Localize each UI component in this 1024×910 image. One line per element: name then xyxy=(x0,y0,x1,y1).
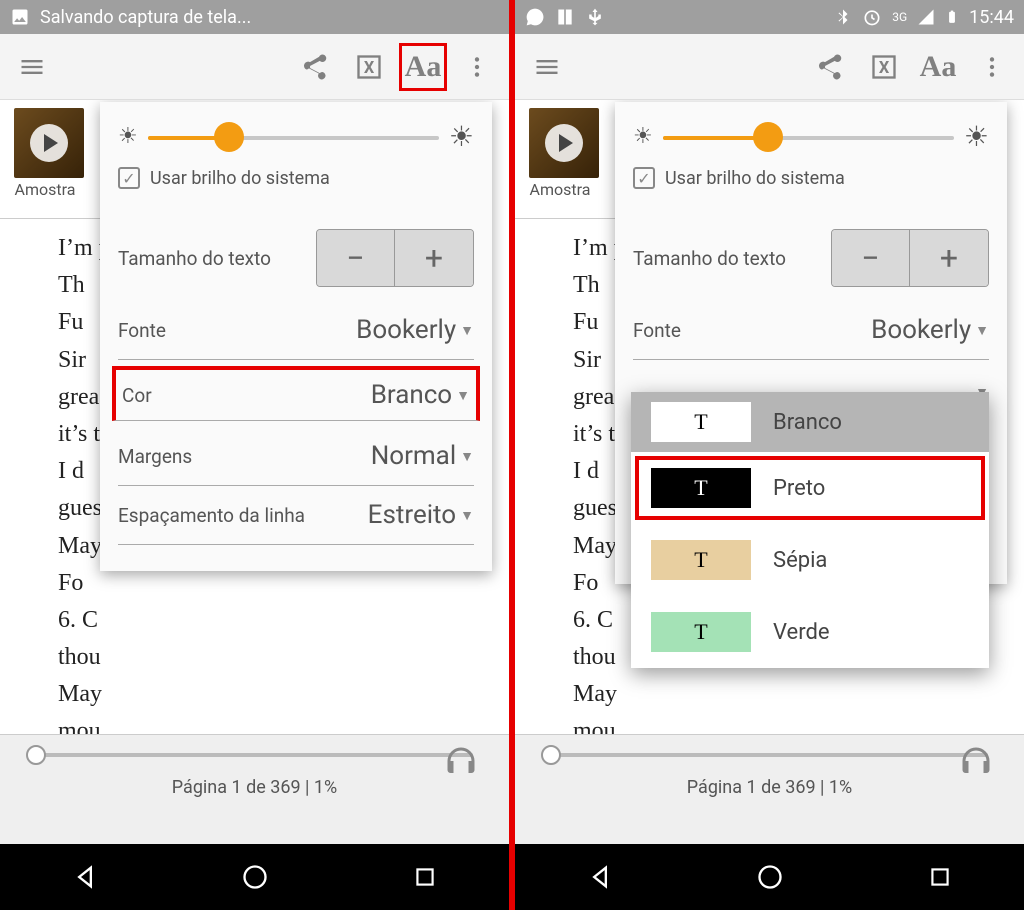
color-option-sepia[interactable]: T Sépia xyxy=(631,524,989,596)
margins-label: Margens xyxy=(118,445,192,468)
margins-value[interactable]: Normal xyxy=(371,441,456,471)
xray-icon[interactable]: X xyxy=(345,43,393,91)
display-settings-button[interactable]: Aa xyxy=(399,43,447,91)
font-label: Fonte xyxy=(633,319,681,342)
font-value[interactable]: Bookerly xyxy=(356,315,456,345)
text-size-decrease-button[interactable]: − xyxy=(317,230,395,286)
nav-recent-icon[interactable] xyxy=(927,864,953,890)
menu-icon[interactable] xyxy=(8,43,56,91)
brightness-high-icon: ☀ xyxy=(964,120,989,153)
svg-text:X: X xyxy=(879,57,890,76)
spacing-label: Espaçamento da linha xyxy=(118,504,305,527)
system-brightness-label: Usar brilho do sistema xyxy=(150,168,330,189)
font-value[interactable]: Bookerly xyxy=(871,315,971,345)
headphones-icon[interactable] xyxy=(443,743,479,783)
status-bar: 3G 15:44 xyxy=(515,0,1024,34)
status-bar: Salvando captura de tela... xyxy=(0,0,509,34)
book-cover[interactable] xyxy=(529,108,599,178)
svg-text:X: X xyxy=(364,57,375,76)
color-value[interactable]: Branco xyxy=(371,380,452,410)
system-brightness-checkbox[interactable]: ✓ xyxy=(633,167,655,189)
status-title: Salvando captura de tela... xyxy=(40,7,251,28)
battery-icon xyxy=(945,7,959,27)
brightness-low-icon: ☀ xyxy=(633,124,653,149)
color-option-verde[interactable]: T Verde xyxy=(631,596,989,668)
book-icon xyxy=(555,7,575,27)
android-nav-bar xyxy=(0,844,509,910)
nav-home-icon[interactable] xyxy=(241,863,269,891)
color-option-preto[interactable]: T Preto xyxy=(631,452,989,524)
overflow-icon[interactable] xyxy=(453,43,501,91)
brightness-high-icon: ☀ xyxy=(449,120,474,153)
app-toolbar: X Aa xyxy=(515,34,1024,100)
alarm-icon xyxy=(862,7,882,27)
reading-progress-slider[interactable] xyxy=(36,753,474,757)
play-icon xyxy=(30,124,68,162)
bluetooth-icon xyxy=(834,8,852,26)
system-brightness-checkbox[interactable]: ✓ xyxy=(118,167,140,189)
brightness-low-icon: ☀ xyxy=(118,124,138,149)
brightness-slider[interactable] xyxy=(663,122,954,152)
system-brightness-label: Usar brilho do sistema xyxy=(665,168,845,189)
app-toolbar: X Aa xyxy=(0,34,509,100)
nav-back-icon[interactable] xyxy=(71,863,99,891)
menu-icon[interactable] xyxy=(523,43,571,91)
display-settings-panel: ☀ ☀ ✓ Usar brilho do sistema Tamanho do … xyxy=(100,102,492,571)
reader-footer: Página 1 de 369 | 1% xyxy=(515,734,1024,844)
text-size-label: Tamanho do texto xyxy=(633,247,786,270)
network-label: 3G xyxy=(892,10,907,24)
color-label: Cor xyxy=(122,384,152,407)
sample-label: Amostra xyxy=(515,180,605,199)
page-info: Página 1 de 369 | 1% xyxy=(687,777,852,798)
share-icon[interactable] xyxy=(806,43,854,91)
share-icon[interactable] xyxy=(291,43,339,91)
overflow-icon[interactable] xyxy=(968,43,1016,91)
nav-recent-icon[interactable] xyxy=(412,864,438,890)
font-label: Fonte xyxy=(118,319,166,342)
text-size-label: Tamanho do texto xyxy=(118,247,271,270)
nav-back-icon[interactable] xyxy=(586,863,614,891)
color-dropdown: T Branco T Preto T Sépia T Verde xyxy=(631,392,989,668)
color-option-branco[interactable]: T Branco xyxy=(631,392,989,452)
image-icon xyxy=(10,7,30,27)
text-size-increase-button[interactable]: + xyxy=(395,230,473,286)
status-time: 15:44 xyxy=(969,7,1014,28)
spacing-value[interactable]: Estreito xyxy=(368,500,456,530)
signal-icon xyxy=(917,8,935,26)
android-nav-bar xyxy=(515,844,1024,910)
headphones-icon[interactable] xyxy=(958,743,994,783)
sample-label: Amostra xyxy=(0,180,90,199)
reader-footer: Página 1 de 369 | 1% xyxy=(0,734,509,844)
book-cover[interactable] xyxy=(14,108,84,178)
display-settings-button[interactable]: Aa xyxy=(914,43,962,91)
page-info: Página 1 de 369 | 1% xyxy=(172,777,337,798)
text-size-decrease-button[interactable]: − xyxy=(832,230,910,286)
play-icon xyxy=(545,124,583,162)
brightness-slider[interactable] xyxy=(148,122,439,152)
xray-icon[interactable]: X xyxy=(860,43,908,91)
usb-icon xyxy=(585,7,605,27)
reading-progress-slider[interactable] xyxy=(551,753,989,757)
whatsapp-icon xyxy=(525,7,545,27)
text-size-increase-button[interactable]: + xyxy=(910,230,988,286)
nav-home-icon[interactable] xyxy=(756,863,784,891)
